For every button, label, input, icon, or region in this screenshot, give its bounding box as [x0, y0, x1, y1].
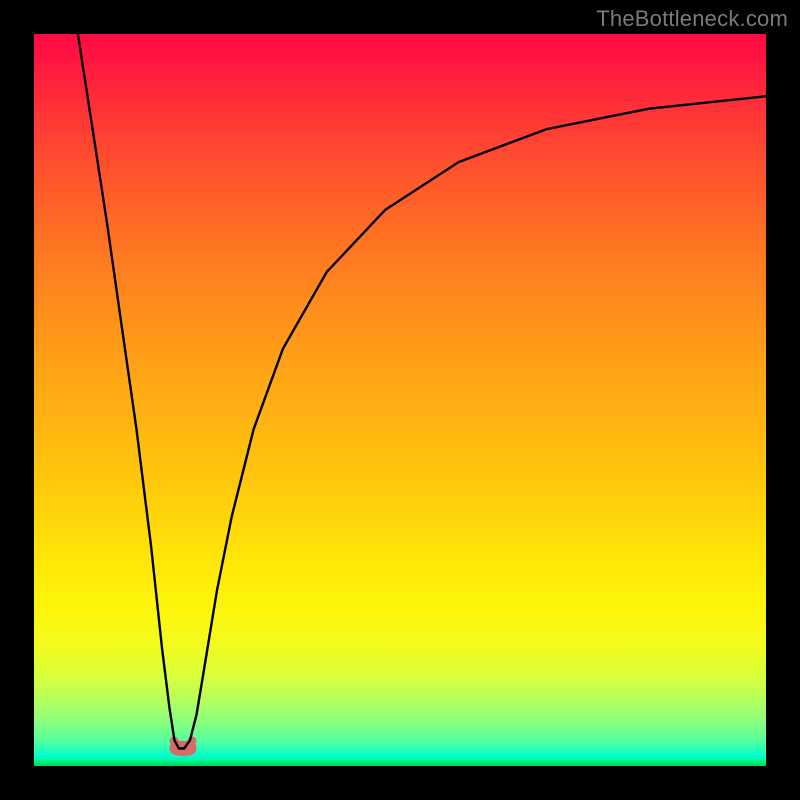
watermark-text: TheBottleneck.com	[596, 6, 788, 32]
chart-frame: TheBottleneck.com	[0, 0, 800, 800]
plot-area	[34, 34, 766, 766]
chart-svg	[34, 34, 766, 766]
bottleneck-curve	[78, 34, 766, 749]
